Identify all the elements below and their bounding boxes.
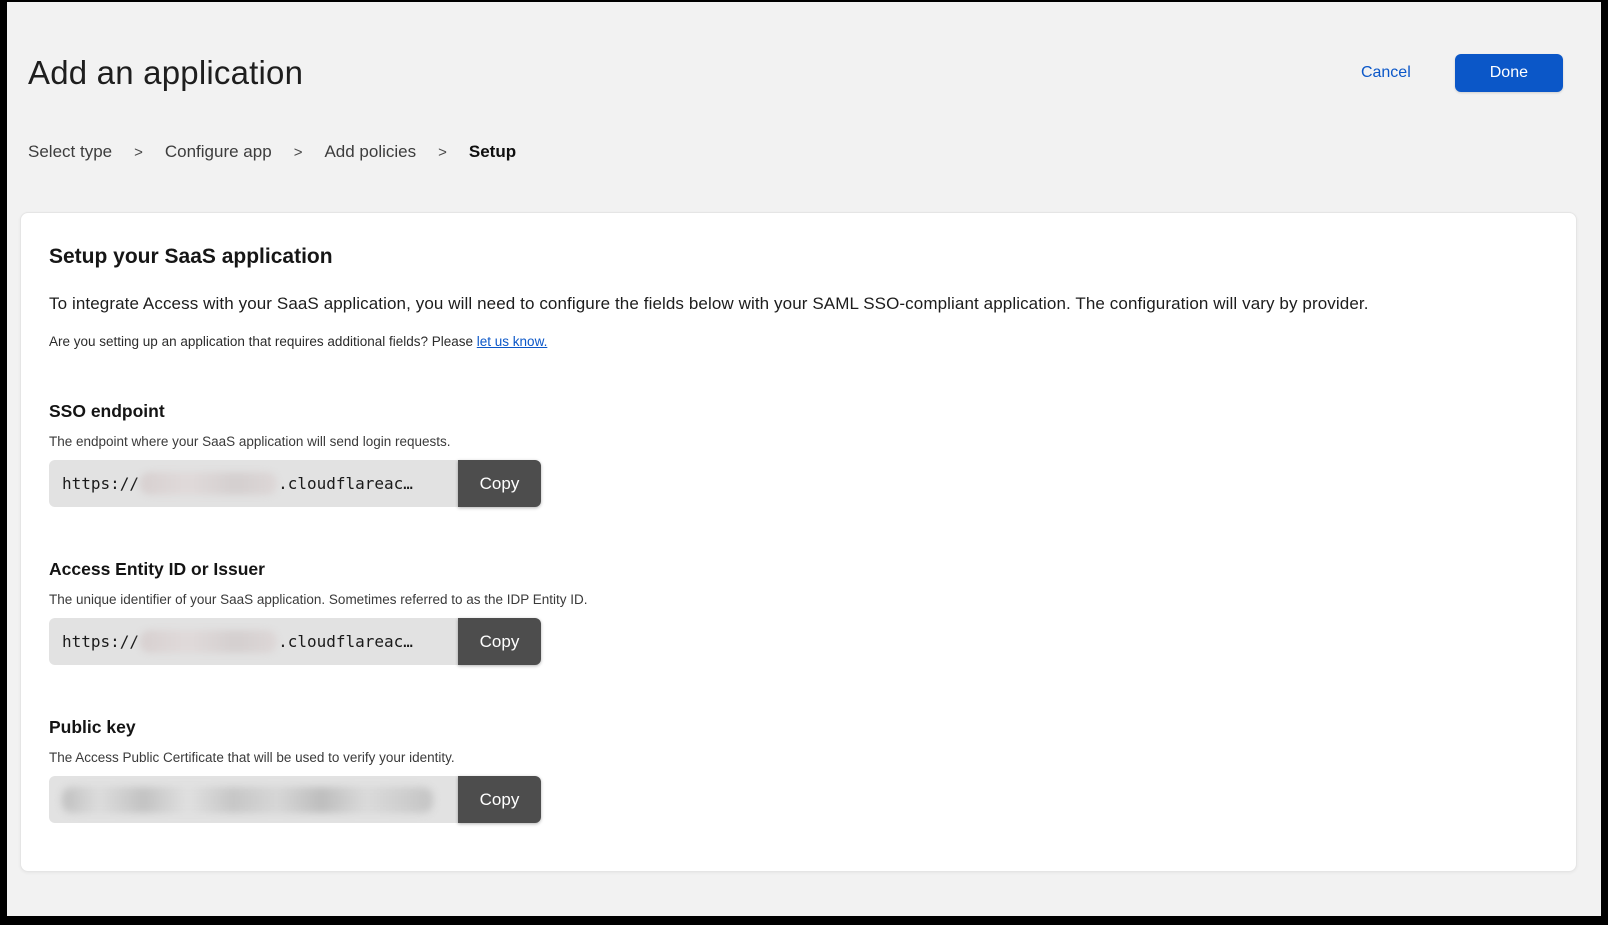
field-group-sso-endpoint: SSO endpoint The endpoint where your Saa… <box>49 401 1548 507</box>
value-prefix: https:// <box>62 632 139 651</box>
value-suffix: .cloudflareac… <box>278 632 413 651</box>
field-group-public-key: Public key The Access Public Certificate… <box>49 717 1548 823</box>
let-us-know-link[interactable]: let us know. <box>477 334 548 349</box>
card-intro-text: To integrate Access with your SaaS appli… <box>49 294 1548 314</box>
breadcrumb-step-configure-app[interactable]: Configure app <box>165 142 272 162</box>
field-label: Access Entity ID or Issuer <box>49 559 1548 580</box>
redacted-blur <box>140 472 277 495</box>
copy-button-public-key[interactable]: Copy <box>458 776 541 823</box>
copy-button-entity-id[interactable]: Copy <box>458 618 541 665</box>
redacted-blur <box>140 630 277 653</box>
page-title: Add an application <box>28 54 303 92</box>
field-description: The Access Public Certificate that will … <box>49 750 1548 765</box>
done-button[interactable]: Done <box>1455 54 1563 92</box>
breadcrumb-separator: > <box>134 144 143 161</box>
field-row: Copy <box>49 776 541 823</box>
value-prefix: https:// <box>62 474 139 493</box>
field-row: https:// .cloudflareac… Copy <box>49 618 541 665</box>
field-description: The endpoint where your SaaS application… <box>49 434 1548 449</box>
breadcrumb-separator: > <box>438 144 447 161</box>
redacted-blur <box>62 787 433 813</box>
field-description: The unique identifier of your SaaS appli… <box>49 592 1548 607</box>
field-group-entity-id: Access Entity ID or Issuer The unique id… <box>49 559 1548 665</box>
page-header: Add an application Cancel Done <box>7 2 1601 92</box>
app-content-area: Add an application Cancel Done Select ty… <box>7 2 1601 916</box>
value-suffix: .cloudflareac… <box>278 474 413 493</box>
public-key-value <box>49 776 458 823</box>
card-note-text: Are you setting up an application that r… <box>49 334 477 349</box>
field-row: https:// .cloudflareac… Copy <box>49 460 541 507</box>
card-heading: Setup your SaaS application <box>49 245 1548 269</box>
breadcrumb-step-select-type[interactable]: Select type <box>28 142 112 162</box>
setup-card: Setup your SaaS application To integrate… <box>20 212 1577 872</box>
cancel-button[interactable]: Cancel <box>1361 64 1411 82</box>
entity-id-value: https:// .cloudflareac… <box>49 618 458 665</box>
breadcrumb-separator: > <box>294 144 303 161</box>
breadcrumb-step-add-policies[interactable]: Add policies <box>324 142 416 162</box>
header-actions: Cancel Done <box>1361 54 1563 92</box>
sso-endpoint-value: https:// .cloudflareac… <box>49 460 458 507</box>
card-note: Are you setting up an application that r… <box>49 334 1548 349</box>
breadcrumb-step-setup: Setup <box>469 142 516 162</box>
copy-button-sso-endpoint[interactable]: Copy <box>458 460 541 507</box>
breadcrumb: Select type > Configure app > Add polici… <box>7 92 1601 162</box>
field-label: Public key <box>49 717 1548 738</box>
field-label: SSO endpoint <box>49 401 1548 422</box>
